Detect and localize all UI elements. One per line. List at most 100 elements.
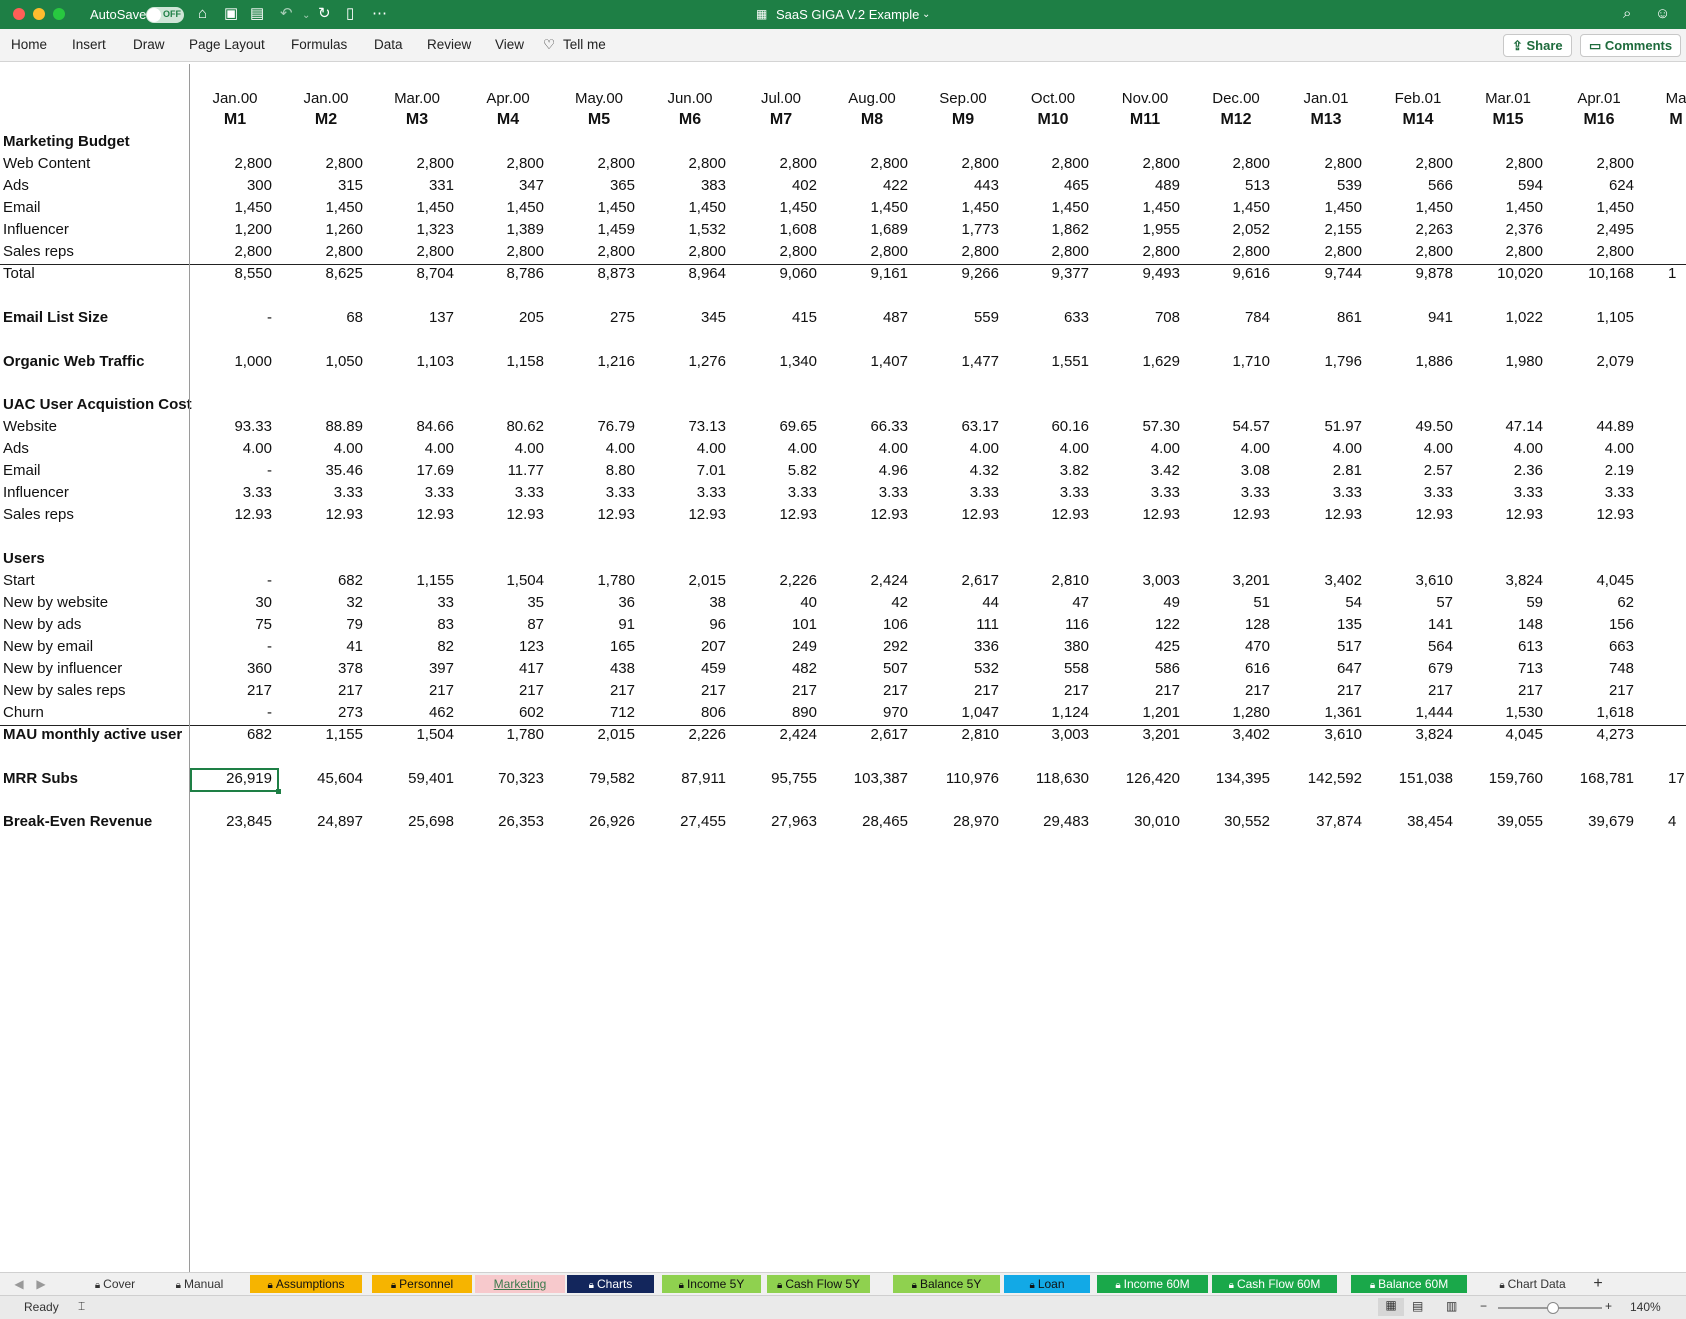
table-cell[interactable]: 83 <box>364 616 454 633</box>
table-cell[interactable]: 23,845 <box>182 813 272 830</box>
row-label[interactable]: Website <box>3 418 57 435</box>
table-cell[interactable]: 128 <box>1180 616 1270 633</box>
table-cell[interactable]: 9,616 <box>1180 265 1270 282</box>
table-cell[interactable]: 1,340 <box>727 353 817 370</box>
table-cell[interactable]: 1,276 <box>636 353 726 370</box>
table-cell[interactable]: 2,800 <box>818 243 908 260</box>
table-cell[interactable]: 59,401 <box>364 770 454 787</box>
table-cell[interactable]: 3.33 <box>364 484 454 501</box>
table-cell[interactable]: 2,800 <box>364 155 454 172</box>
table-cell[interactable]: 217 <box>1272 682 1362 699</box>
table-cell[interactable]: 12.93 <box>273 506 363 523</box>
table-cell[interactable]: 95,755 <box>727 770 817 787</box>
sheet-tab-manual[interactable]: 🔒︎ Manual <box>158 1275 241 1293</box>
table-cell[interactable]: 12.93 <box>1453 506 1543 523</box>
table-cell[interactable]: 35.46 <box>273 462 363 479</box>
table-cell[interactable]: 292 <box>818 638 908 655</box>
table-cell[interactable]: 1,608 <box>727 221 817 238</box>
table-cell[interactable]: 4.96 <box>818 462 908 479</box>
table-cell[interactable]: 3,402 <box>1180 726 1270 743</box>
table-cell[interactable]: 2,015 <box>545 726 635 743</box>
table-cell[interactable]: 602 <box>454 704 544 721</box>
table-cell[interactable]: 2,800 <box>1363 243 1453 260</box>
tell-me-search[interactable]: Tell me <box>563 37 606 52</box>
table-cell[interactable]: 3,201 <box>1180 572 1270 589</box>
table-cell[interactable]: 4,045 <box>1544 572 1634 589</box>
period-header[interactable]: M11 <box>1105 111 1185 129</box>
table-cell[interactable]: 422 <box>818 177 908 194</box>
table-cell[interactable]: 217 <box>818 682 908 699</box>
table-cell[interactable]: 54 <box>1272 594 1362 611</box>
sheet-tab-personnel[interactable]: 🔒︎ Personnel <box>372 1275 472 1293</box>
table-cell[interactable]: 1,450 <box>909 199 999 216</box>
table-cell[interactable]: 79,582 <box>545 770 635 787</box>
table-cell[interactable]: 273 <box>273 704 363 721</box>
table-cell[interactable]: 39,055 <box>1453 813 1543 830</box>
table-cell[interactable]: 47.14 <box>1453 418 1543 435</box>
table-cell[interactable]: 708 <box>1090 309 1180 326</box>
table-cell[interactable]: 275 <box>545 309 635 326</box>
table-cell[interactable]: 2,079 <box>1544 353 1634 370</box>
tab-insert[interactable]: Insert <box>72 37 106 52</box>
table-cell[interactable]: 1,780 <box>454 726 544 743</box>
table-cell[interactable]: 217 <box>1090 682 1180 699</box>
table-cell[interactable]: 26,353 <box>454 813 544 830</box>
table-cell[interactable]: 1,105 <box>1544 309 1634 326</box>
table-cell[interactable]: 38 <box>636 594 726 611</box>
row-label[interactable]: Influencer <box>3 484 69 501</box>
table-cell[interactable]: 2,800 <box>454 243 544 260</box>
title-dropdown-icon[interactable]: ⌄ <box>922 9 930 20</box>
table-cell[interactable]: 2,800 <box>545 155 635 172</box>
table-cell[interactable]: 532 <box>909 660 999 677</box>
table-cell[interactable]: 3.33 <box>1180 484 1270 501</box>
table-cell[interactable]: 12.93 <box>727 506 817 523</box>
table-cell[interactable]: 9,060 <box>727 265 817 282</box>
table-cell[interactable]: 315 <box>273 177 363 194</box>
table-cell[interactable]: 2,800 <box>999 243 1089 260</box>
table-cell[interactable]: 12.93 <box>818 506 908 523</box>
table-cell[interactable]: 39,679 <box>1544 813 1634 830</box>
table-cell[interactable]: 141 <box>1363 616 1453 633</box>
tab-draw[interactable]: Draw <box>133 37 165 52</box>
table-cell[interactable]: 4.00 <box>999 440 1089 457</box>
table-cell[interactable]: 566 <box>1363 177 1453 194</box>
table-cell[interactable]: 135 <box>1272 616 1362 633</box>
month-header[interactable]: Sep.00 <box>923 90 1003 107</box>
table-cell[interactable]: 59 <box>1453 594 1543 611</box>
sheet-tab-income-60m[interactable]: 🔒︎ Income 60M <box>1097 1275 1208 1293</box>
table-cell[interactable]: 459 <box>636 660 726 677</box>
save-as-icon[interactable]: ▤ <box>250 5 264 23</box>
table-cell[interactable]: 3.33 <box>1453 484 1543 501</box>
table-cell[interactable]: 148 <box>1453 616 1543 633</box>
table-cell[interactable]: 1,532 <box>636 221 726 238</box>
table-cell[interactable]: 11.77 <box>454 462 544 479</box>
table-cell[interactable]: 54.57 <box>1180 418 1270 435</box>
table-cell[interactable]: 7.01 <box>636 462 726 479</box>
row-label[interactable]: New by influencer <box>3 660 122 677</box>
period-header[interactable]: M1 <box>195 111 275 129</box>
table-cell[interactable]: 30,552 <box>1180 813 1270 830</box>
table-cell[interactable]: 1,862 <box>999 221 1089 238</box>
table-cell[interactable]: 110,976 <box>909 770 999 787</box>
table-cell[interactable]: 37,874 <box>1272 813 1362 830</box>
table-cell[interactable]: 3,824 <box>1453 572 1543 589</box>
table-cell[interactable]: 36 <box>545 594 635 611</box>
period-header[interactable]: M10 <box>1013 111 1093 129</box>
table-cell[interactable]: 4.00 <box>818 440 908 457</box>
table-cell[interactable]: 12.93 <box>364 506 454 523</box>
autosave-toggle[interactable]: OFF <box>146 7 184 23</box>
period-header[interactable]: M12 <box>1196 111 1276 129</box>
table-cell[interactable]: 564 <box>1363 638 1453 655</box>
table-cell[interactable]: 1,000 <box>182 353 272 370</box>
table-cell[interactable]: 3,201 <box>1090 726 1180 743</box>
table-cell[interactable]: 12.93 <box>545 506 635 523</box>
month-header[interactable]: Ma <box>1636 90 1686 107</box>
table-cell[interactable]: 217 <box>182 682 272 699</box>
table-cell[interactable]: 9,878 <box>1363 265 1453 282</box>
table-cell[interactable]: 142,592 <box>1272 770 1362 787</box>
table-cell[interactable]: 38,454 <box>1363 813 1453 830</box>
row-label[interactable]: Ads <box>3 440 29 457</box>
table-cell[interactable]: 4.00 <box>909 440 999 457</box>
table-cell[interactable]: - <box>182 572 272 589</box>
table-cell[interactable]: 9,493 <box>1090 265 1180 282</box>
